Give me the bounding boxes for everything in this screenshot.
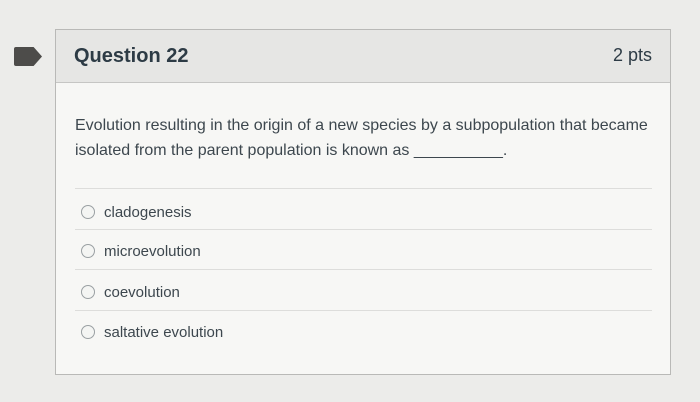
- answer-label: saltative evolution: [104, 323, 224, 341]
- answer-divider: [75, 188, 652, 189]
- radio-button[interactable]: [81, 285, 95, 299]
- answer-divider: [75, 269, 652, 270]
- answer-divider: [75, 229, 652, 230]
- radio-button[interactable]: [81, 205, 95, 219]
- radio-button[interactable]: [81, 244, 95, 258]
- question-card: Question 22 2 pts Evolution resulting in…: [55, 29, 671, 375]
- question-points: 2 pts: [612, 45, 652, 65]
- answer-option-coevolution[interactable]: coevolution: [81, 280, 180, 304]
- flag-question-icon[interactable]: [14, 47, 42, 66]
- question-text: Evolution resulting in the origin of a n…: [75, 117, 648, 159]
- answer-label: cladogenesis: [104, 203, 192, 221]
- question-header: Question 22 2 pts: [56, 30, 670, 83]
- answer-option-cladogenesis[interactable]: cladogenesis: [81, 200, 192, 224]
- answer-label: microevolution: [104, 242, 201, 260]
- answer-divider: [75, 310, 652, 311]
- answer-option-microevolution[interactable]: microevolution: [81, 239, 201, 263]
- answer-label: coevolution: [104, 283, 180, 301]
- question-title: Question 22: [74, 45, 189, 67]
- radio-button[interactable]: [81, 325, 95, 339]
- answer-option-saltative-evolution[interactable]: saltative evolution: [81, 320, 223, 344]
